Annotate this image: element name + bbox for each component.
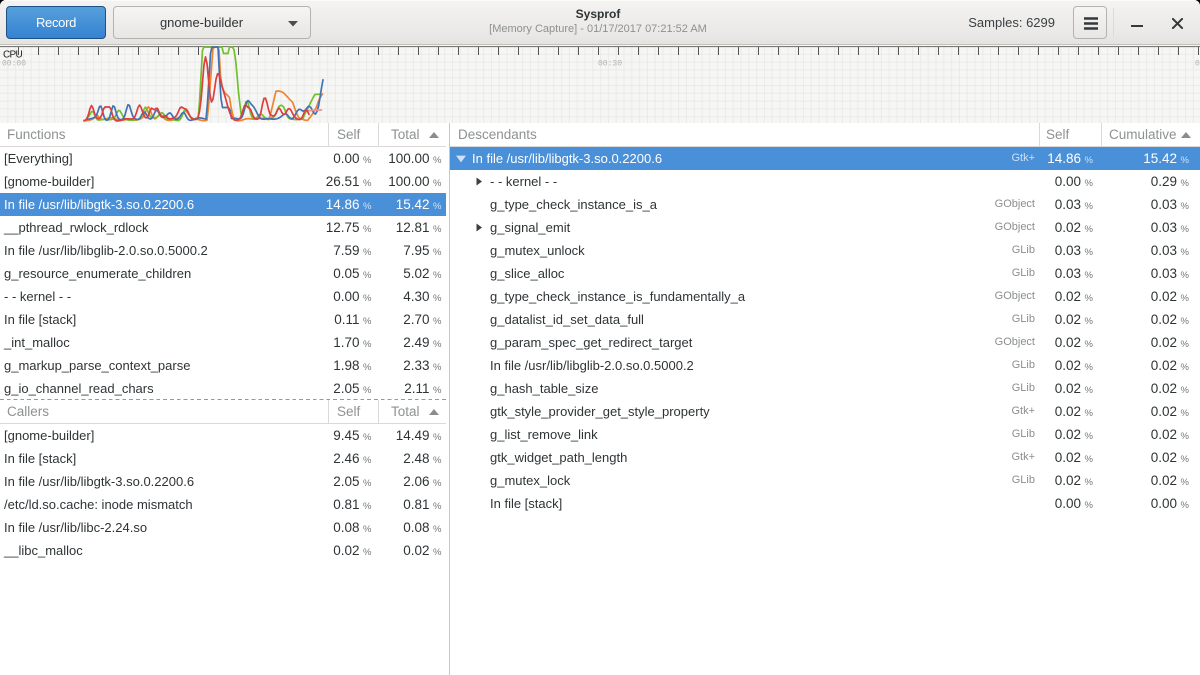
svg-text:00:00: 00:00: [2, 60, 26, 69]
svg-text:00:30: 00:30: [598, 60, 622, 69]
svg-text:01:00: 01:00: [1195, 60, 1200, 69]
svg-text:CPU: CPU: [3, 49, 22, 60]
